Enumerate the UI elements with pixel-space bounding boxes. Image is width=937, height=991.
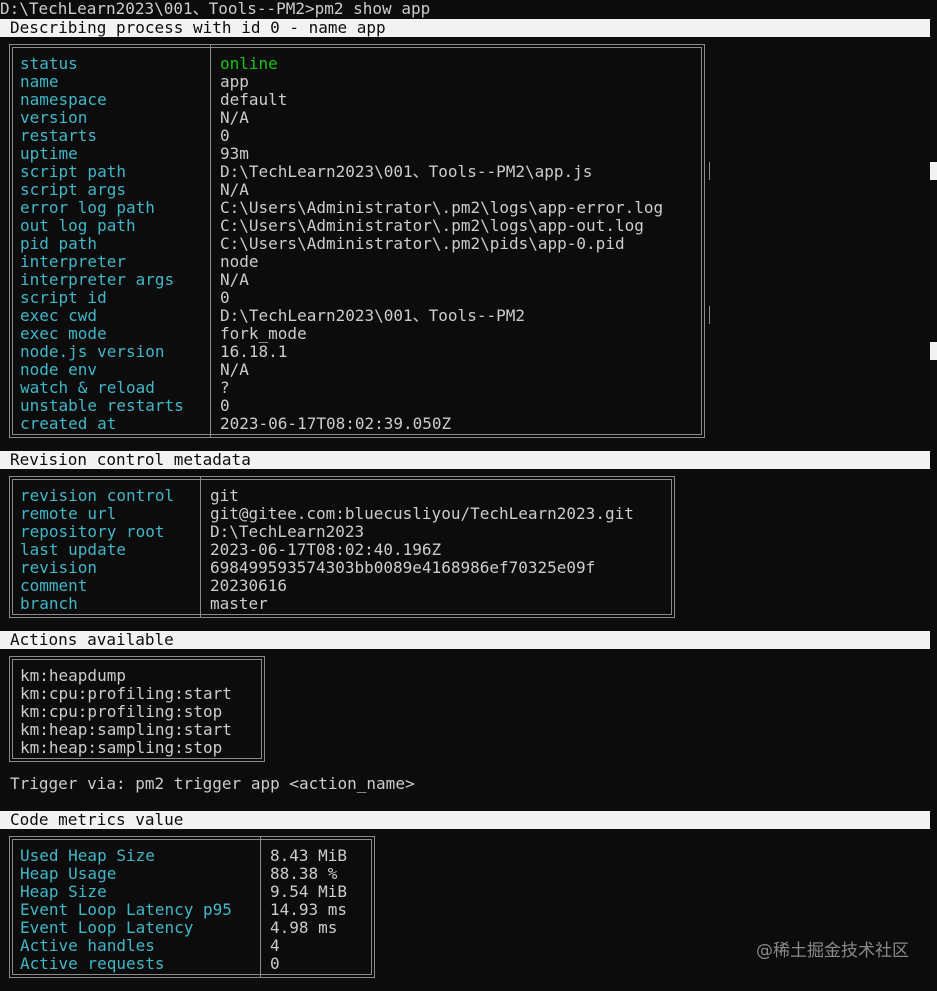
row-value: 14.93 ms — [270, 900, 348, 919]
trigger-hint: Trigger via: pm2 trigger app <action_nam… — [10, 774, 415, 793]
row-key: comment — [20, 576, 88, 595]
section-header-process: Describing process with id 0 - name app — [0, 19, 930, 37]
row-value: C:\Users\Administrator\.pm2\pids\app-0.p… — [220, 234, 625, 253]
row-value: D:\TechLearn2023 — [210, 522, 365, 541]
row-key: Heap Size — [20, 882, 107, 901]
row-key: pid path — [20, 234, 98, 253]
row-value: app — [220, 72, 249, 91]
row-value: fork_mode — [220, 324, 307, 343]
row-value: N/A — [220, 360, 249, 379]
row-key: exec mode — [20, 324, 107, 343]
row-key: status — [20, 54, 78, 73]
row-key: Active handles — [20, 936, 155, 955]
row-value: 0 — [220, 288, 230, 307]
row-value: 4.98 ms — [270, 918, 338, 937]
row-value: 698499593574303bb0089e4168986ef70325e09f — [210, 558, 596, 577]
row-value: node — [220, 252, 259, 271]
row-value: 2023-06-17T08:02:40.196Z — [210, 540, 442, 559]
row-value: 4 — [270, 936, 280, 955]
command-line: D:\TechLearn2023\001、Tools--PM2>pm2 show… — [0, 0, 431, 18]
row-key: uptime — [20, 144, 78, 163]
border-tick — [709, 162, 710, 180]
row-value: master — [210, 594, 268, 613]
scroll-marker — [930, 162, 937, 180]
action-name: km:heap:sampling:stop — [20, 738, 223, 757]
row-value: default — [220, 90, 288, 109]
row-value: 88.38 % — [270, 864, 338, 883]
border-tick — [709, 306, 710, 324]
row-key: repository root — [20, 522, 165, 541]
row-key: out log path — [20, 216, 136, 235]
row-key: namespace — [20, 90, 107, 109]
table-column-divider — [260, 837, 261, 977]
row-key: node env — [20, 360, 98, 379]
row-key: Event Loop Latency — [20, 918, 194, 937]
row-key: unstable restarts — [20, 396, 184, 415]
row-value: git — [210, 486, 239, 505]
section-title-actions: Actions available — [10, 630, 174, 649]
row-value: online — [220, 54, 278, 73]
section-title-revision: Revision control metadata — [10, 450, 251, 469]
row-key: name — [20, 72, 59, 91]
row-value: 8.43 MiB — [270, 846, 348, 865]
row-value: git@gitee.com:bluecusliyou/TechLearn2023… — [210, 504, 634, 523]
row-value: 0 — [270, 954, 280, 973]
row-key: error log path — [20, 198, 155, 217]
section-title-metrics: Code metrics value — [10, 810, 184, 829]
row-key: Event Loop Latency p95 — [20, 900, 232, 919]
row-key: script args — [20, 180, 126, 199]
row-value: D:\TechLearn2023\001、Tools--PM2 — [220, 306, 525, 325]
row-key: watch & reload — [20, 378, 155, 397]
row-value: N/A — [220, 270, 249, 289]
section-header-actions: Actions available — [0, 631, 930, 649]
row-key: script path — [20, 162, 126, 181]
row-value: 9.54 MiB — [270, 882, 348, 901]
row-key: version — [20, 108, 88, 127]
row-value: 20230616 — [210, 576, 288, 595]
row-value: N/A — [220, 180, 249, 199]
row-key: exec cwd — [20, 306, 98, 325]
row-value: D:\TechLearn2023\001、Tools--PM2\app.js — [220, 162, 593, 181]
row-value: 0 — [220, 396, 230, 415]
row-key: remote url — [20, 504, 117, 523]
section-header-metrics: Code metrics value — [0, 811, 930, 829]
row-key: branch — [20, 594, 78, 613]
row-value: 0 — [220, 126, 230, 145]
row-key: revision — [20, 558, 98, 577]
scroll-marker — [930, 342, 937, 360]
row-key: interpreter — [20, 252, 126, 271]
watermark-text: @稀土掘金技术社区 — [756, 941, 909, 961]
row-value: 2023-06-17T08:02:39.050Z — [220, 414, 452, 433]
section-title-process: Describing process with id 0 - name app — [10, 18, 386, 37]
row-value: 16.18.1 — [220, 342, 288, 361]
row-key: last update — [20, 540, 126, 559]
terminal-window[interactable]: D:\TechLearn2023\001、Tools--PM2>pm2 show… — [0, 0, 937, 991]
section-header-revision: Revision control metadata — [0, 451, 930, 469]
row-key: restarts — [20, 126, 98, 145]
row-value: C:\Users\Administrator\.pm2\logs\app-err… — [220, 198, 664, 217]
row-value: ? — [220, 378, 230, 397]
row-key: revision control — [20, 486, 175, 505]
action-name: km:cpu:profiling:start — [20, 684, 232, 703]
table-column-divider — [210, 45, 211, 437]
action-name: km:cpu:profiling:stop — [20, 702, 223, 721]
row-value: 93m — [220, 144, 249, 163]
row-value: C:\Users\Administrator\.pm2\logs\app-out… — [220, 216, 644, 235]
row-key: node.js version — [20, 342, 165, 361]
table-column-divider — [200, 477, 201, 617]
row-key: Used Heap Size — [20, 846, 155, 865]
row-key: script id — [20, 288, 107, 307]
row-key: Active requests — [20, 954, 165, 973]
action-name: km:heap:sampling:start — [20, 720, 232, 739]
row-value: N/A — [220, 108, 249, 127]
action-name: km:heapdump — [20, 666, 126, 685]
row-key: Heap Usage — [20, 864, 117, 883]
row-key: interpreter args — [20, 270, 175, 289]
row-key: created at — [20, 414, 117, 433]
